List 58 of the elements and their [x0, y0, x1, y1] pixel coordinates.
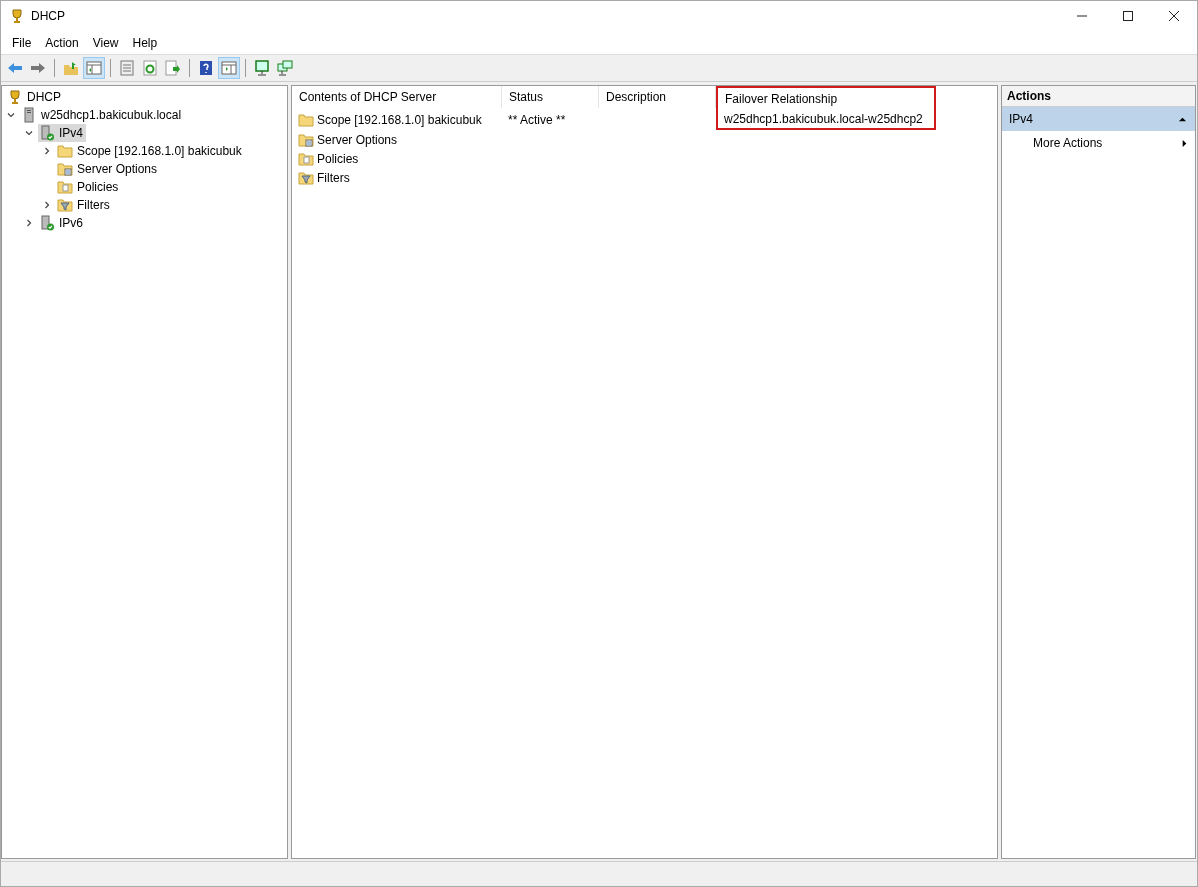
tree-item[interactable]: DHCP: [6, 88, 64, 106]
folder-options-icon: [298, 131, 314, 148]
toolbar-button[interactable]: [218, 57, 240, 79]
submenu-arrow-icon: [1180, 138, 1189, 148]
tree-item[interactable]: w25dhcp1.bakicubuk.local: [20, 106, 185, 124]
chevron-icon[interactable]: [42, 200, 52, 210]
menu-item[interactable]: View: [85, 35, 126, 50]
server-check-icon: [39, 215, 55, 231]
table-cell[interactable]: Server Options: [317, 132, 398, 147]
tree-item[interactable]: Server Options: [56, 160, 161, 178]
chevron-icon[interactable]: [24, 128, 34, 138]
server-check-icon: [39, 125, 55, 141]
table-cell[interactable]: Policies: [317, 151, 359, 166]
table-cell: ** Active **: [508, 112, 566, 127]
monitor-icon: [254, 60, 270, 76]
folder-funnel-icon: [298, 169, 314, 186]
column-header[interactable]: Status: [502, 86, 599, 108]
column-header[interactable]: Contents of DHCP Server: [292, 86, 502, 108]
table-cell[interactable]: Filters: [317, 170, 350, 185]
action-section-header[interactable]: IPv4: [1002, 107, 1195, 131]
chevron-icon[interactable]: [42, 146, 52, 156]
window-title: DHCP: [31, 9, 65, 23]
trophy-icon: [7, 89, 23, 105]
column-header[interactable]: Description: [599, 86, 716, 108]
refresh-icon: [142, 60, 158, 76]
folder-icon: [298, 111, 314, 128]
column-header[interactable]: Failover Relationship: [716, 86, 936, 110]
trophy-icon: [9, 8, 25, 24]
monitors-icon: [277, 60, 293, 76]
chevron-icon[interactable]: [24, 218, 34, 228]
server-icon: [21, 107, 37, 123]
export-icon: [165, 60, 181, 76]
pane-toggle-icon: [221, 60, 237, 76]
folder-funnel-icon: [57, 197, 73, 213]
menu-item[interactable]: File: [5, 35, 39, 50]
actions-title: Actions: [1002, 86, 1195, 107]
action-link[interactable]: More Actions: [1002, 131, 1195, 155]
tree-item[interactable]: Filters: [56, 196, 113, 214]
folder-up-icon: [63, 60, 79, 76]
chevron-icon[interactable]: [6, 110, 16, 120]
menu-item[interactable]: Action: [38, 35, 86, 50]
table-cell: w25dhcp1.bakicubuk.local-w25dhcp2: [724, 112, 923, 126]
help-icon: [198, 60, 214, 76]
pane-toggle-icon: [86, 60, 102, 76]
back-arrow-icon: [7, 60, 23, 76]
tree-item[interactable]: Scope [192.168.1.0] bakicubuk: [56, 142, 245, 160]
toolbar-button[interactable]: [274, 57, 296, 79]
tree-item[interactable]: Policies: [56, 178, 122, 196]
menu-item[interactable]: Help: [125, 35, 165, 50]
table-cell[interactable]: Scope [192.168.1.0] bakicubuk: [317, 112, 482, 127]
toolbar-button[interactable]: [83, 57, 105, 79]
tree-item[interactable]: IPv6: [38, 214, 86, 232]
folder-options-icon: [57, 161, 73, 177]
forward-arrow-icon: [30, 60, 46, 76]
folder-document-icon: [298, 150, 314, 167]
folder-document-icon: [57, 179, 73, 195]
list-sheet-icon: [119, 60, 135, 76]
tree-item[interactable]: IPv4: [38, 124, 86, 142]
